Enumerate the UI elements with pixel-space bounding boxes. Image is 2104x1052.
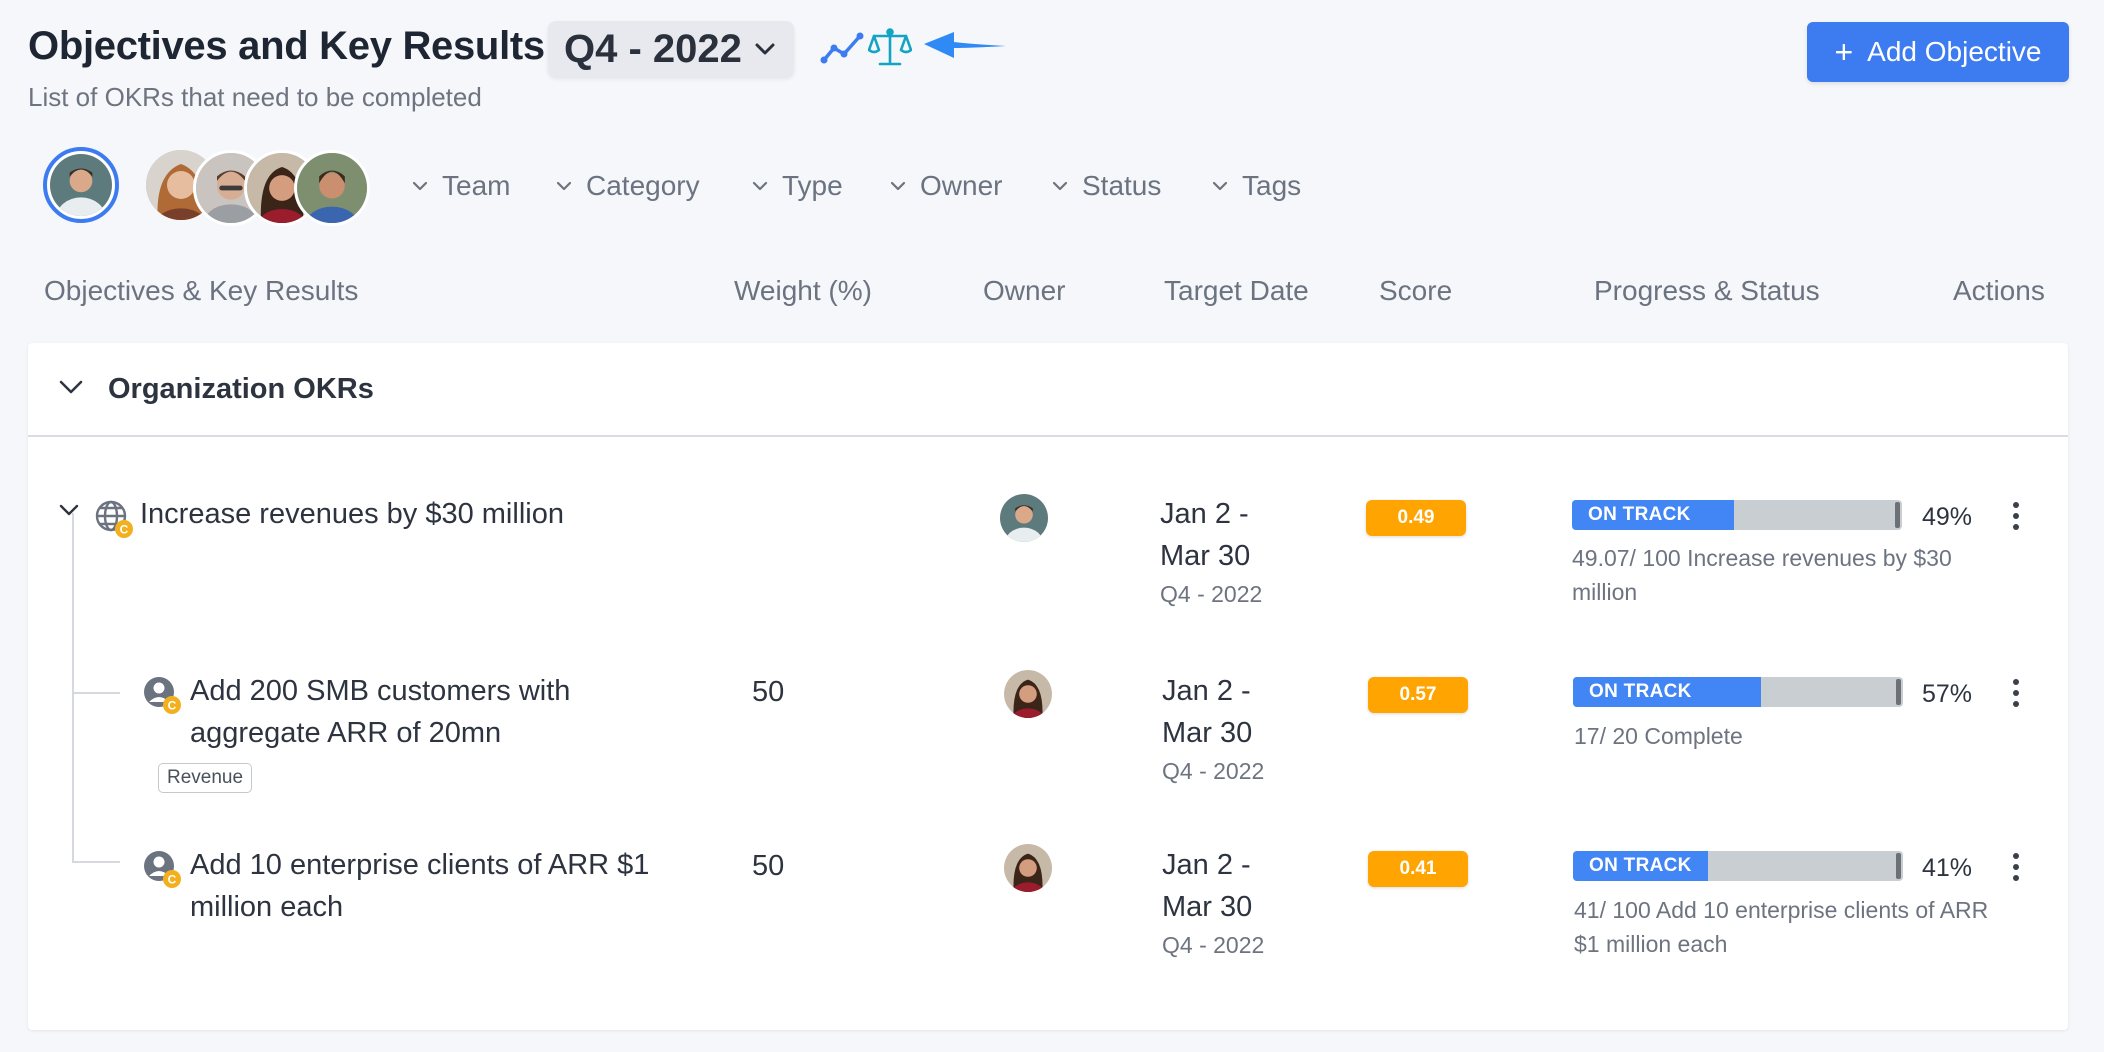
- column-header-objectives: Objectives & Key Results: [44, 275, 359, 306]
- filter-category[interactable]: Category: [556, 170, 700, 202]
- period-select[interactable]: Q4 - 2022: [548, 21, 794, 77]
- score-badge: 0.57: [1368, 677, 1468, 713]
- filter-team[interactable]: Team: [412, 170, 510, 202]
- tree-line: [72, 513, 74, 862]
- weight-value: 50: [752, 676, 785, 708]
- progress-bar[interactable]: ON TRACK: [1573, 677, 1903, 707]
- chevron-down-icon: [754, 42, 776, 56]
- target-period: Q4 - 2022: [1162, 758, 1265, 784]
- target-date-end: Mar 30: [1162, 717, 1253, 749]
- target-period: Q4 - 2022: [1160, 581, 1263, 607]
- progress-handle: [1896, 679, 1901, 705]
- progress-text: 17/ 20 Complete: [1574, 723, 1743, 749]
- tree-line: [72, 861, 120, 863]
- svg-text:C: C: [168, 873, 177, 887]
- column-header-owner: Owner: [983, 275, 1066, 306]
- filter-owner[interactable]: Owner: [890, 170, 1002, 202]
- target-date: Jan 2 -: [1162, 675, 1251, 707]
- objective-title[interactable]: Increase revenues by $30 million: [140, 493, 700, 535]
- current-user-avatar[interactable]: [43, 147, 119, 223]
- globe-icon: C: [94, 499, 134, 544]
- chevron-down-icon: [556, 181, 572, 191]
- chevron-down-icon[interactable]: [58, 503, 80, 522]
- chevron-down-icon: [1212, 181, 1228, 191]
- owner-avatar: [1004, 670, 1052, 718]
- more-actions-icon[interactable]: [2011, 679, 2021, 712]
- period-value: Q4 - 2022: [564, 26, 742, 71]
- status-label: ON TRACK: [1589, 855, 1692, 876]
- group-title: Organization OKRs: [108, 373, 374, 405]
- tree-line: [72, 692, 120, 694]
- arrow-left-icon: [920, 28, 1010, 64]
- chevron-down-icon: [890, 181, 906, 191]
- plus-icon: +: [1834, 34, 1854, 70]
- target-date-end: Mar 30: [1160, 540, 1251, 572]
- progress-handle: [1895, 502, 1900, 528]
- okr-group-card: Organization OKRs C Increase revenues by…: [28, 343, 2068, 1030]
- progress-bar[interactable]: ON TRACK: [1572, 500, 1902, 530]
- progress-text: 49.07/ 100 Increase revenues by $30 mill…: [1572, 545, 1952, 605]
- tag-badge[interactable]: Revenue: [158, 763, 253, 793]
- target-period: Q4 - 2022: [1162, 932, 1265, 958]
- team-avatar[interactable]: [294, 150, 370, 226]
- filter-type[interactable]: Type: [752, 170, 843, 202]
- key-result-title[interactable]: Add 10 enterprise clients of ARR $1 mill…: [190, 844, 680, 928]
- add-objective-button[interactable]: + Add Objective: [1807, 22, 2069, 82]
- column-header-weight: Weight (%): [734, 275, 872, 306]
- chevron-down-icon[interactable]: [58, 379, 84, 400]
- chevron-down-icon: [412, 181, 428, 191]
- trend-line-icon[interactable]: [820, 30, 864, 66]
- target-date: Jan 2 -: [1160, 498, 1249, 530]
- progress-percent: 49%: [1922, 503, 1973, 531]
- more-actions-icon[interactable]: [2011, 853, 2021, 886]
- target-date: Jan 2 -: [1162, 849, 1251, 881]
- progress-percent: 57%: [1922, 680, 1973, 708]
- group-header[interactable]: Organization OKRs: [28, 343, 2068, 437]
- key-result-title[interactable]: Add 200 SMB customers with aggregate ARR…: [190, 670, 660, 754]
- column-header-score: Score: [1379, 275, 1453, 306]
- chevron-down-icon: [1052, 181, 1068, 191]
- status-label: ON TRACK: [1589, 681, 1692, 702]
- progress-percent: 41%: [1922, 854, 1973, 882]
- column-header-actions: Actions: [1953, 275, 2045, 306]
- score-badge: 0.49: [1366, 500, 1466, 536]
- status-label: ON TRACK: [1588, 504, 1691, 525]
- filter-status[interactable]: Status: [1052, 170, 1161, 202]
- progress-bar[interactable]: ON TRACK: [1573, 851, 1903, 881]
- chevron-down-icon: [752, 181, 768, 191]
- owner-avatar: [1004, 844, 1052, 892]
- balance-scale-icon[interactable]: [868, 26, 912, 68]
- column-header-progress: Progress & Status: [1594, 275, 1820, 306]
- score-badge: 0.41: [1368, 851, 1468, 887]
- person-icon: C: [142, 675, 182, 720]
- person-icon: C: [142, 849, 182, 894]
- more-actions-icon[interactable]: [2011, 502, 2021, 535]
- target-date-end: Mar 30: [1162, 891, 1253, 923]
- page-subtitle: List of OKRs that need to be completed: [28, 82, 482, 112]
- svg-text:C: C: [168, 699, 177, 713]
- svg-text:C: C: [120, 523, 129, 537]
- progress-handle: [1896, 853, 1901, 879]
- page-title: Objectives and Key Results -: [28, 24, 569, 68]
- add-objective-label: Add Objective: [1867, 36, 2042, 67]
- filter-tags[interactable]: Tags: [1212, 170, 1301, 202]
- owner-avatar: [1000, 494, 1048, 542]
- column-header-target-date: Target Date: [1164, 275, 1309, 306]
- progress-text: 41/ 100 Add 10 enterprise clients of ARR…: [1574, 897, 1989, 957]
- weight-value: 50: [752, 850, 785, 882]
